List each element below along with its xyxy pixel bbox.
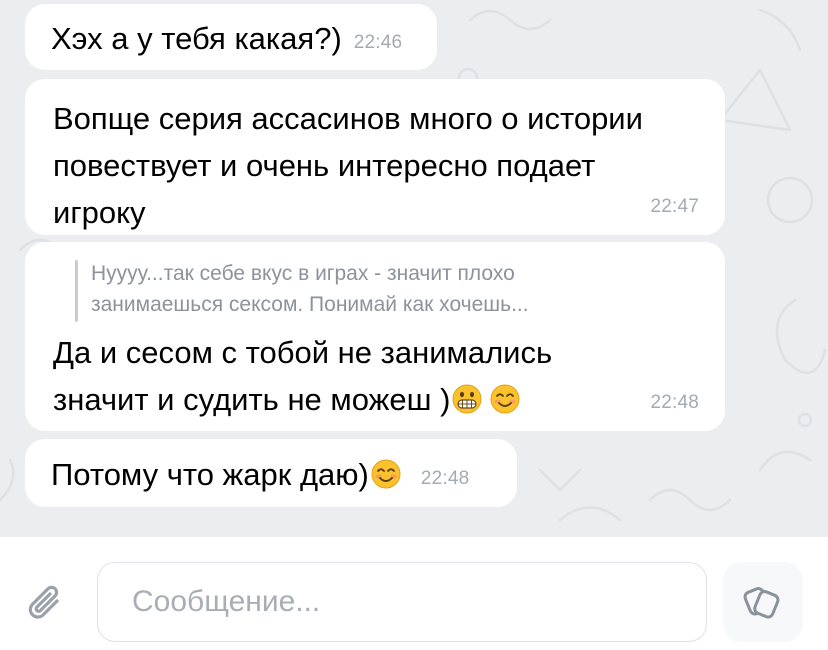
message-text: Потому что жарк даю) [51, 457, 369, 492]
reply-quote-bar [75, 260, 78, 322]
reply-quote[interactable]: Нуууу...так себе вкус в играх - значит п… [75, 258, 697, 322]
message-timestamp: 22:46 [353, 32, 403, 53]
message-bubble[interactable]: Нуууу...так себе вкус в играх - значит п… [25, 242, 725, 431]
grimacing-face-icon [452, 380, 482, 427]
message-timestamp: 22:48 [650, 392, 699, 413]
message-text-line: значит и судить не можеш ) [53, 382, 451, 417]
message-timestamp: 22:47 [650, 196, 699, 217]
message-text-line-with-emoji: значит и судить не можеш ) [53, 376, 697, 427]
smiling-face-icon [490, 380, 520, 427]
message-input[interactable] [97, 562, 707, 642]
reply-quote-text: Нуууу...так себе вкус в играх - значит п… [91, 262, 529, 316]
paperclip-icon [28, 585, 59, 619]
message-bubble[interactable]: Хэх а у тебя какая?) 22:46 [25, 4, 437, 70]
chat-area[interactable]: Хэх а у тебя какая?) 22:46 Вопще серия ас… [0, 0, 828, 537]
sticker-icon [743, 587, 780, 619]
attach-button[interactable] [24, 581, 70, 627]
message-composer [0, 537, 828, 650]
message-text: Вопще серия ассасинов много о истории по… [53, 101, 643, 230]
message-text-line: Да и сесом с тобой не занимались [53, 335, 553, 370]
sticker-button[interactable] [723, 562, 803, 642]
message-bubble[interactable]: Вопще серия ассасинов много о истории по… [25, 79, 725, 235]
message-timestamp: 22:48 [420, 468, 470, 489]
smiling-face-icon [371, 455, 401, 502]
message-text: Хэх а у тебя какая?) [51, 21, 342, 56]
message-bubble[interactable]: Потому что жарк даю) 22:48 [25, 439, 517, 507]
